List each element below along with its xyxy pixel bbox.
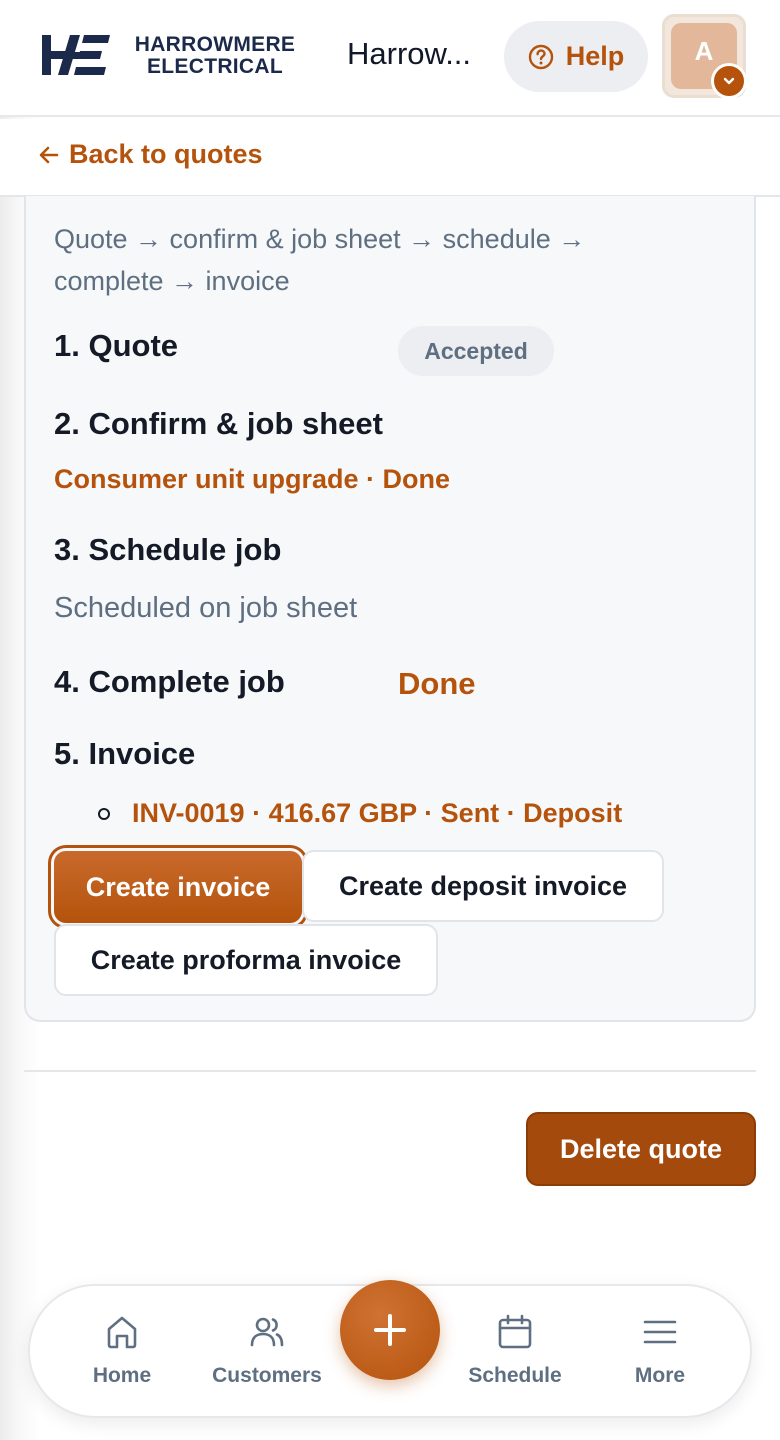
logo-line-2: ELECTRICAL bbox=[147, 55, 283, 78]
back-label: Back to quotes bbox=[69, 139, 263, 169]
create-deposit-invoice-button[interactable]: Create deposit invoice bbox=[302, 850, 664, 922]
complete-status: Done bbox=[398, 666, 476, 701]
logo-mark-icon bbox=[42, 35, 110, 75]
app-title: Harrow... bbox=[347, 36, 472, 71]
help-label: Help bbox=[565, 41, 625, 71]
nav-label: Home bbox=[92, 1364, 152, 1387]
delete-quote-button[interactable]: Delete quote bbox=[526, 1112, 756, 1186]
add-button[interactable] bbox=[340, 1280, 440, 1380]
menu-icon bbox=[643, 1320, 677, 1344]
brand-logo[interactable]: HARROWMERE ELECTRICAL bbox=[40, 32, 310, 82]
list-item: INV-0019 · 416.67 GBP · Sent · Deposit bbox=[98, 798, 622, 829]
nav-item-more[interactable]: More bbox=[590, 1312, 730, 1402]
question-circle-icon bbox=[528, 44, 553, 69]
arrow-left-icon bbox=[39, 146, 59, 163]
job-sheet-link[interactable]: Consumer unit upgrade · Done bbox=[54, 464, 450, 495]
invoice-link[interactable]: INV-0019 · 416.67 GBP · Sent · Deposit bbox=[132, 798, 622, 829]
calendar-icon bbox=[498, 1314, 532, 1349]
step-confirm-title: 2. Confirm & job sheet bbox=[54, 406, 383, 441]
step-schedule-title: 3. Schedule job bbox=[54, 532, 282, 567]
nav-label: Customers bbox=[212, 1364, 322, 1387]
account-menu[interactable]: A bbox=[662, 14, 747, 99]
step-invoice-title: 5. Invoice bbox=[54, 736, 196, 771]
users-icon bbox=[250, 1317, 284, 1347]
logo-line-1: HARROWMERE bbox=[134, 33, 296, 56]
status-badge: Accepted bbox=[398, 326, 554, 376]
workflow-summary: Quote → confirm & job sheet → schedule →… bbox=[54, 224, 586, 296]
home-icon bbox=[107, 1316, 137, 1349]
nav-label: Schedule bbox=[468, 1364, 562, 1387]
divider bbox=[24, 1070, 756, 1072]
step-complete-title: 4. Complete job bbox=[54, 664, 285, 699]
workflow-card: Quote → confirm & job sheet → schedule →… bbox=[24, 196, 756, 1022]
nav-label: More bbox=[634, 1364, 686, 1387]
logo-wordmark: HARROWMERE ELECTRICAL bbox=[122, 34, 308, 78]
app-header: HARROWMERE ELECTRICAL Harrow... Help A bbox=[0, 0, 780, 117]
nav-item-schedule[interactable]: Schedule bbox=[445, 1312, 585, 1402]
nav-item-home[interactable]: Home bbox=[52, 1312, 192, 1402]
schedule-note: Scheduled on job sheet bbox=[54, 592, 358, 624]
bullet bbox=[98, 807, 110, 820]
create-invoice-button[interactable]: Create invoice bbox=[54, 851, 302, 923]
step-quote-title: 1. Quote bbox=[54, 328, 179, 363]
help-button[interactable]: Help bbox=[504, 21, 648, 92]
plus-icon bbox=[374, 1314, 406, 1346]
nav-item-customers[interactable]: Customers bbox=[197, 1312, 337, 1402]
create-proforma-invoice-button[interactable]: Create proforma invoice bbox=[54, 924, 438, 996]
back-bar: Back to quotes bbox=[0, 119, 780, 197]
chevron-down-icon bbox=[711, 63, 747, 99]
back-to-quotes-link[interactable]: Back to quotes bbox=[37, 139, 263, 170]
